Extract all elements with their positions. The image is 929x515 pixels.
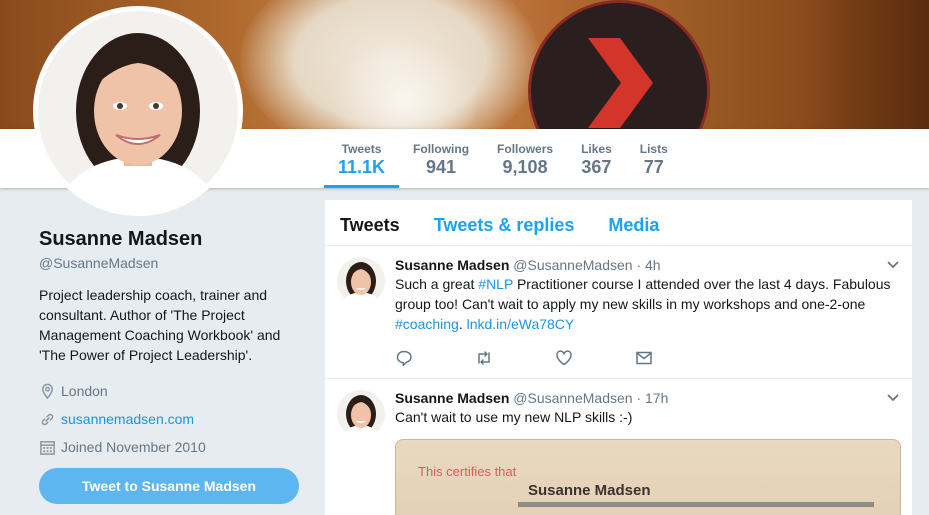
- tweet-avatar[interactable]: [337, 390, 385, 438]
- profile-joined: Joined November 2010: [39, 433, 309, 461]
- tab-media[interactable]: Media: [608, 200, 659, 245]
- location-icon: [42, 383, 53, 399]
- tweet-timestamp[interactable]: 17h: [645, 390, 668, 406]
- tweet-header: Susanne Madsen @SusanneMadsen · 4h: [395, 256, 897, 274]
- stat-value: 11.1K: [338, 157, 386, 177]
- photo-underline: [518, 502, 874, 507]
- tweet-author-name[interactable]: Susanne Madsen: [395, 257, 509, 273]
- tweet-text: Such a great #NLP Practitioner course I …: [395, 274, 897, 334]
- website-link[interactable]: susannemadsen.com: [61, 411, 194, 427]
- tab-tweets-replies[interactable]: Tweets & replies: [434, 200, 575, 245]
- timeline-tabs: Tweets Tweets & replies Media: [325, 200, 912, 246]
- caret-down-icon[interactable]: [886, 260, 900, 270]
- caret-down-icon[interactable]: [886, 393, 900, 403]
- tweet[interactable]: Susanne Madsen @SusanneMadsen · 4h Such …: [325, 246, 912, 379]
- stat-label: Following: [413, 142, 470, 156]
- photo-name: Susanne Madsen: [528, 482, 651, 499]
- tweet-text-part: .: [458, 316, 467, 332]
- url-link[interactable]: lnkd.in/eWa78CY: [467, 316, 575, 332]
- like-icon[interactable]: [555, 349, 573, 367]
- stat-label: Followers: [497, 142, 554, 156]
- message-icon[interactable]: [635, 349, 653, 367]
- tweet-separator: ·: [636, 257, 642, 273]
- profile-website: susannemadsen.com: [39, 405, 309, 433]
- tab-tweets[interactable]: Tweets: [340, 200, 400, 245]
- joined-text: Joined November 2010: [61, 439, 206, 455]
- banner-logo-icon: [588, 38, 653, 128]
- profile-handle[interactable]: @SusanneMadsen: [39, 255, 309, 271]
- photo-caption: This certifies that: [418, 464, 517, 479]
- tweet[interactable]: Susanne Madsen @SusanneMadsen · 17h Can'…: [325, 379, 912, 515]
- tweet-author-handle[interactable]: @SusanneMadsen: [513, 257, 632, 273]
- reply-icon[interactable]: [395, 349, 413, 367]
- tweet-to-button[interactable]: Tweet to Susanne Madsen: [39, 468, 299, 504]
- hashtag-link[interactable]: #NLP: [478, 276, 513, 292]
- avatar-photo: [337, 257, 385, 305]
- profile-card: Susanne Madsen @SusanneMadsen Project le…: [39, 228, 309, 461]
- profile-meta: London susannemadsen.com Joined November…: [39, 377, 309, 461]
- stat-following[interactable]: Following 941: [399, 129, 483, 188]
- tweet-author-name[interactable]: Susanne Madsen: [395, 390, 509, 406]
- tweet-avatar[interactable]: [337, 257, 385, 305]
- tweet-author-handle[interactable]: @SusanneMadsen: [513, 390, 632, 406]
- stat-value: 367: [581, 157, 612, 177]
- link-icon: [41, 413, 54, 425]
- avatar-photo: [38, 11, 238, 211]
- stat-value: 941: [426, 157, 457, 177]
- profile-name[interactable]: Susanne Madsen: [39, 228, 309, 251]
- stat-tweets[interactable]: Tweets 11.1K: [324, 129, 400, 188]
- calendar-icon: [40, 440, 55, 455]
- tweet-separator: ·: [636, 390, 642, 406]
- stat-lists[interactable]: Lists 77: [626, 129, 682, 188]
- avatar-photo: [337, 390, 385, 438]
- stat-value: 9,108: [502, 157, 548, 177]
- profile-bio: Project leadership coach, trainer and co…: [39, 287, 281, 363]
- timeline: Tweets Tweets & replies Media Susanne Ma…: [325, 200, 912, 515]
- stat-label: Lists: [639, 142, 668, 156]
- hashtag-link[interactable]: #coaching: [395, 316, 459, 332]
- stat-label: Likes: [581, 142, 612, 156]
- stat-likes[interactable]: Likes 367: [567, 129, 626, 188]
- stat-label: Tweets: [341, 142, 382, 156]
- stat-followers[interactable]: Followers 9,108: [483, 129, 567, 188]
- profile-location: London: [39, 377, 309, 405]
- retweet-icon[interactable]: [475, 349, 493, 367]
- tweet-header: Susanne Madsen @SusanneMadsen · 17h: [395, 389, 897, 407]
- tweet-text-part: Such a great: [395, 276, 479, 292]
- tweet-text: Can't wait to use my new NLP skills :-): [395, 409, 633, 425]
- profile-avatar[interactable]: [33, 6, 243, 216]
- tweet-timestamp[interactable]: 4h: [645, 257, 661, 273]
- location-text: London: [61, 383, 108, 399]
- stat-value: 77: [643, 157, 664, 177]
- tweet-photo[interactable]: This certifies that Susanne Madsen: [395, 439, 901, 515]
- tweet-actions: [395, 338, 897, 378]
